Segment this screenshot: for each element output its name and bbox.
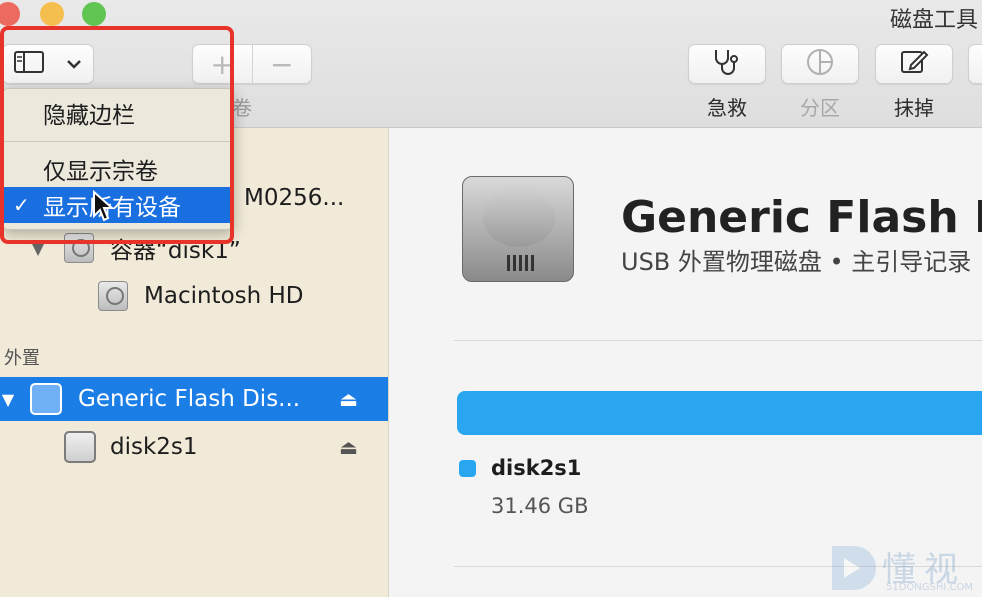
sidebar-item-label: Generic Flash Dis... (78, 386, 301, 412)
sidebar-item-generic-flash-disk[interactable]: ▼ Generic Flash Dis... ⏏ (0, 377, 388, 421)
main-panel: Generic Flash Di USB 外置物理磁盘 • 主引导记录 disk… (389, 128, 982, 597)
eject-icon[interactable]: ⏏ (339, 435, 358, 459)
erase-button[interactable] (875, 44, 953, 84)
sidebar-item-label: disk2s1 (110, 434, 198, 460)
legend-name: disk2s1 (491, 456, 582, 480)
usage-bar (457, 391, 982, 435)
close-window-button[interactable] (0, 2, 20, 26)
first-aid-button[interactable] (688, 44, 766, 84)
disclosure-triangle-icon[interactable]: ▼ (0, 390, 18, 409)
disk-subtitle: USB 外置物理磁盘 • 主引导记录 (621, 248, 972, 276)
hard-drive-icon (98, 281, 128, 311)
sidebar-item-macintosh-hd[interactable]: Macintosh HD (0, 274, 388, 318)
remove-volume-button[interactable]: − (253, 45, 312, 83)
restore-button[interactable] (968, 44, 982, 84)
watermark-logo-icon (832, 546, 876, 590)
section-header-external: 外置 (4, 348, 40, 369)
pie-chart-icon (805, 47, 835, 81)
sidebar-item-disk2s1[interactable]: disk2s1 ⏏ (0, 425, 388, 469)
mouse-cursor-icon (93, 190, 114, 222)
watermark: 懂视 51DONGSHI.COM (822, 538, 982, 597)
legend-swatch (459, 460, 476, 477)
partition-button[interactable] (781, 44, 859, 84)
volume-icon (64, 431, 96, 463)
volume-label: 卷 (232, 96, 252, 120)
erase-label: 抹掉 (894, 96, 934, 120)
window-title: 磁盘工具 (889, 8, 978, 33)
first-aid-label: 急救 (707, 96, 747, 120)
sidebar-item-label: Macintosh HD (144, 283, 304, 309)
eject-icon[interactable]: ⏏ (339, 387, 358, 411)
legend-size: 31.46 GB (491, 494, 589, 518)
highlight-box (0, 26, 234, 244)
divider (454, 340, 982, 341)
stethoscope-icon (710, 47, 744, 81)
minimize-window-button[interactable] (40, 2, 64, 26)
zoom-window-button[interactable] (82, 2, 106, 26)
external-drive-icon (30, 383, 62, 415)
disk-title: Generic Flash Di (621, 192, 982, 243)
hard-drive-icon (462, 176, 574, 282)
partition-label: 分区 (800, 96, 840, 120)
watermark-url: 51DONGSHI.COM (886, 582, 974, 593)
pencil-icon (899, 47, 929, 81)
sidebar-item-label: M0256... (244, 185, 345, 211)
